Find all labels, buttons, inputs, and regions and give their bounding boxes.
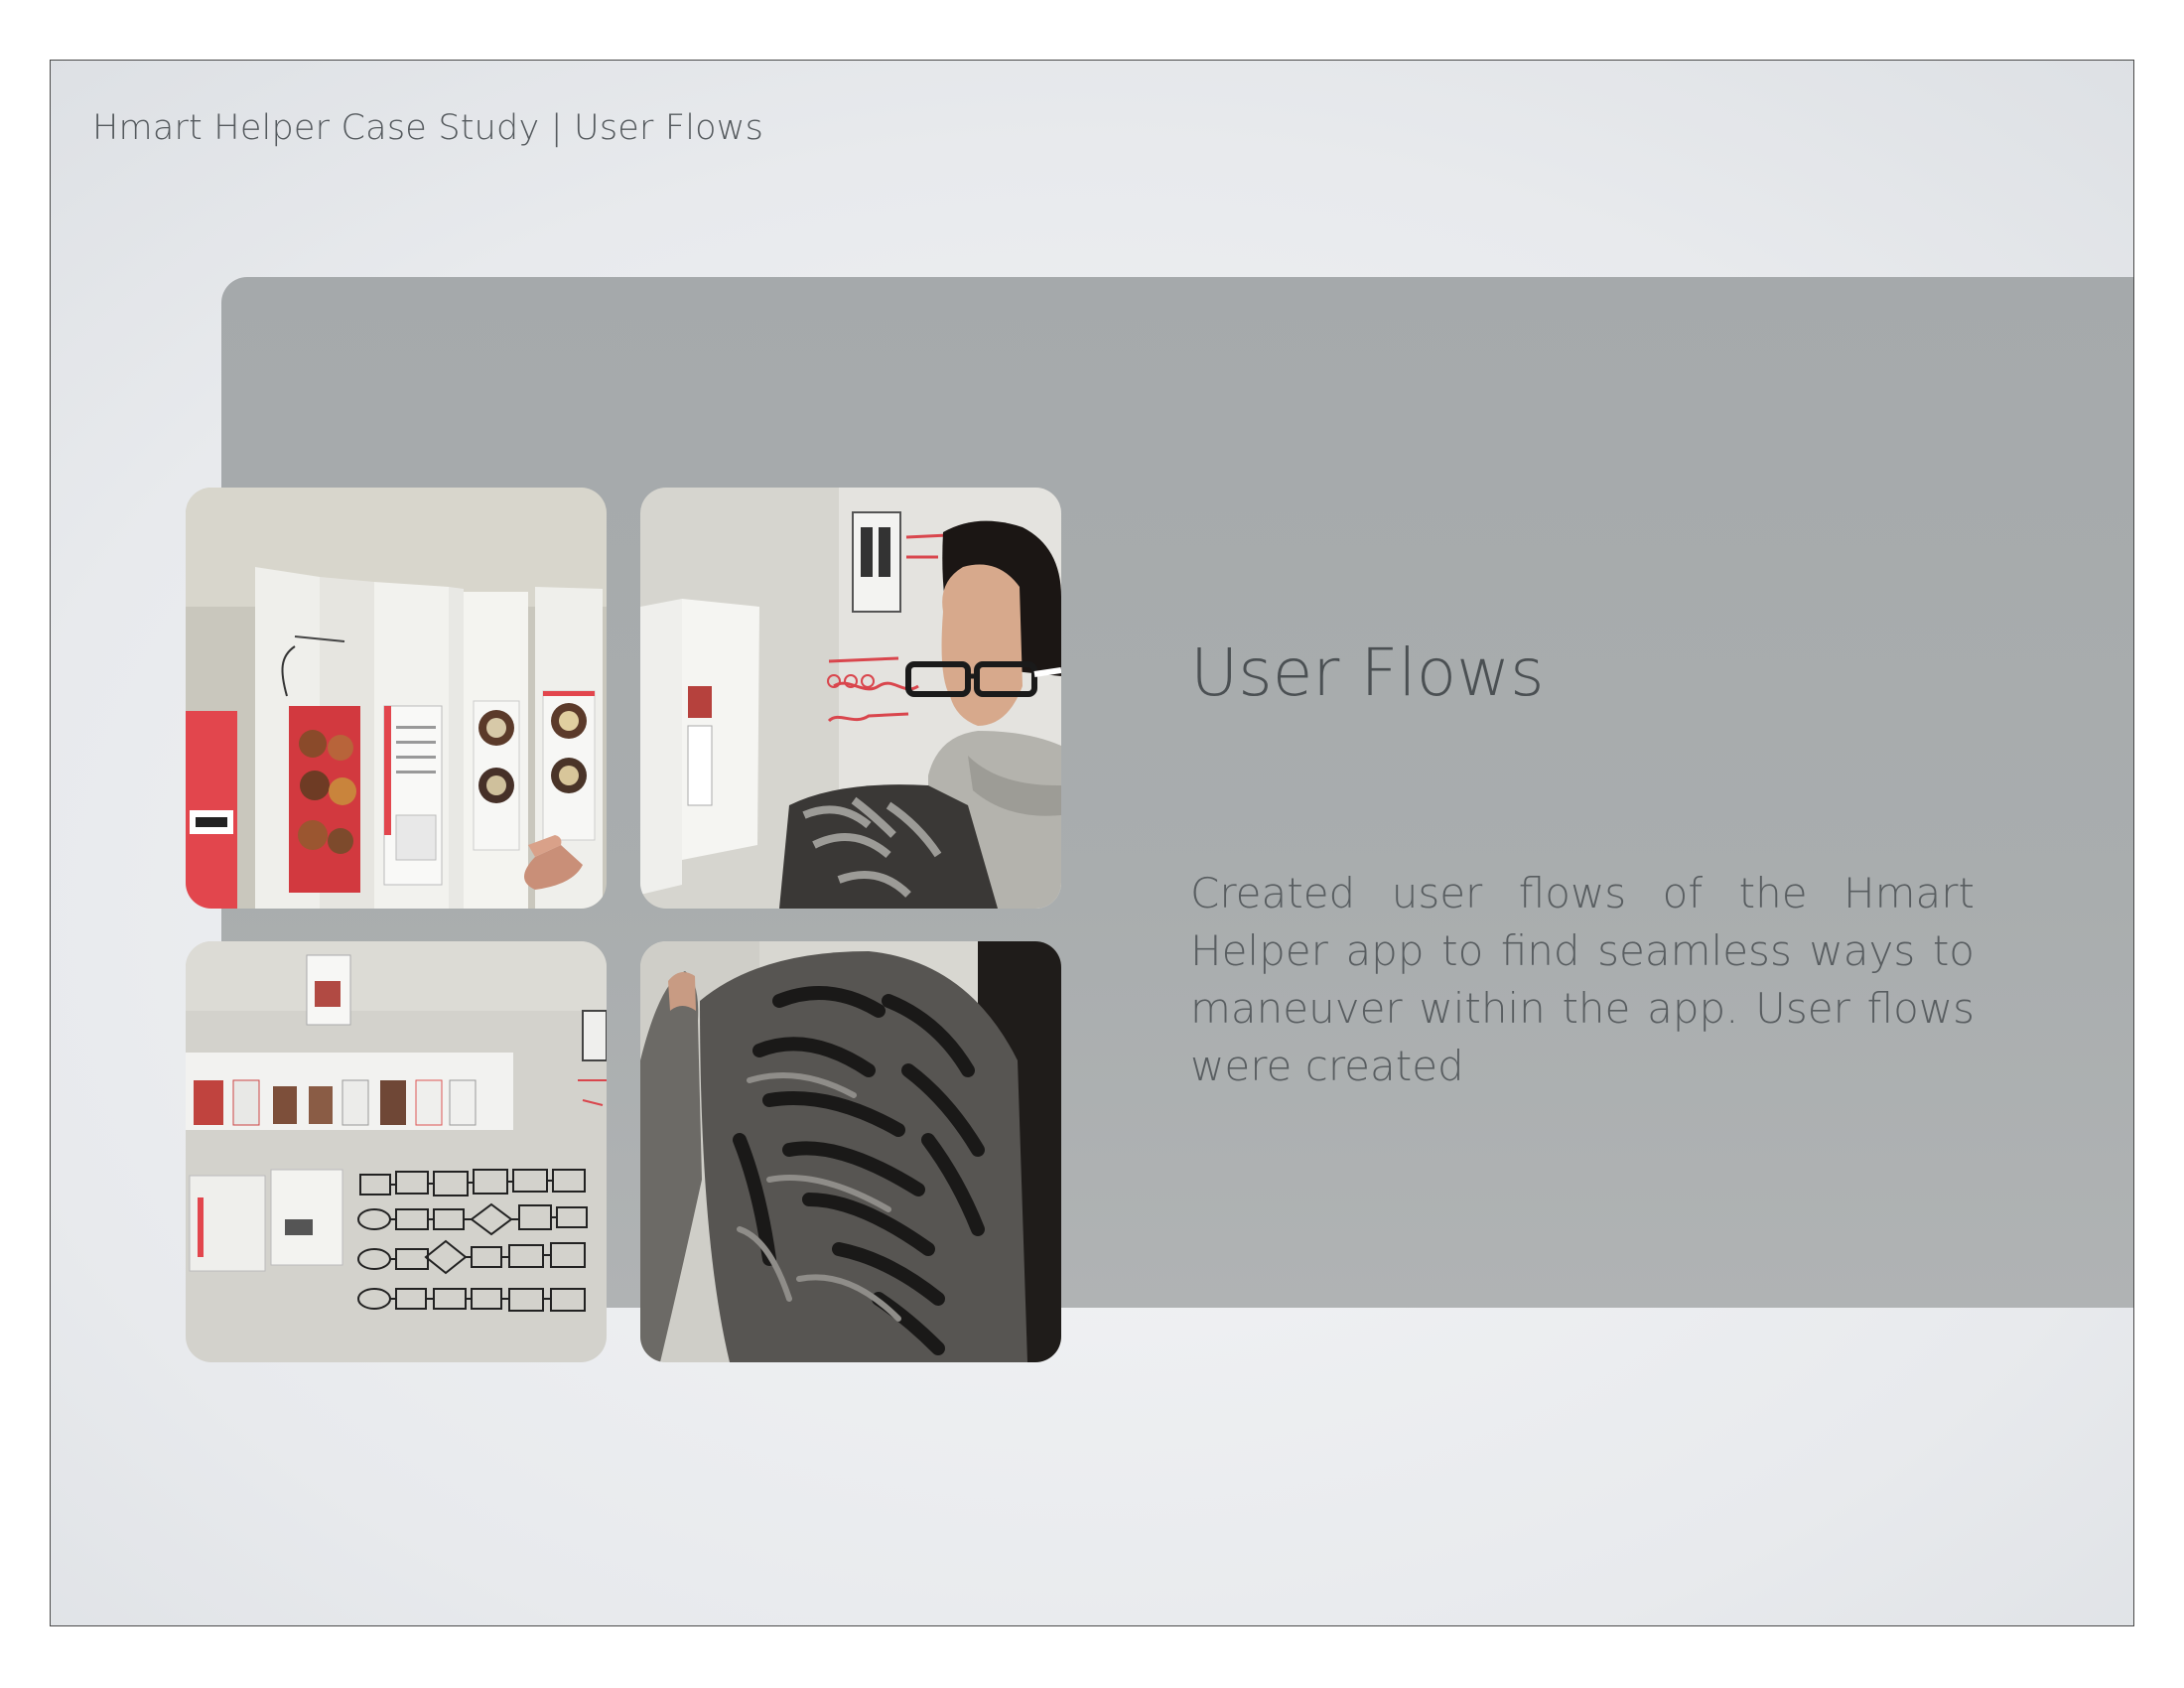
- photo-woman-at-whiteboard: [640, 488, 1061, 909]
- photo-hand-on-wall: [640, 941, 1061, 1362]
- slide-header-title: Hmart Helper Case Study | User Flows: [92, 108, 764, 148]
- slide: Hmart Helper Case Study | User Flows Use…: [50, 60, 2134, 1626]
- photo-paper-prototypes: [186, 488, 607, 909]
- photo-wall-user-flow-diagram: [186, 941, 607, 1362]
- section-heading: User Flows: [1190, 634, 1545, 711]
- section-description: Created user flows of the Hmart Helper a…: [1190, 869, 1975, 1090]
